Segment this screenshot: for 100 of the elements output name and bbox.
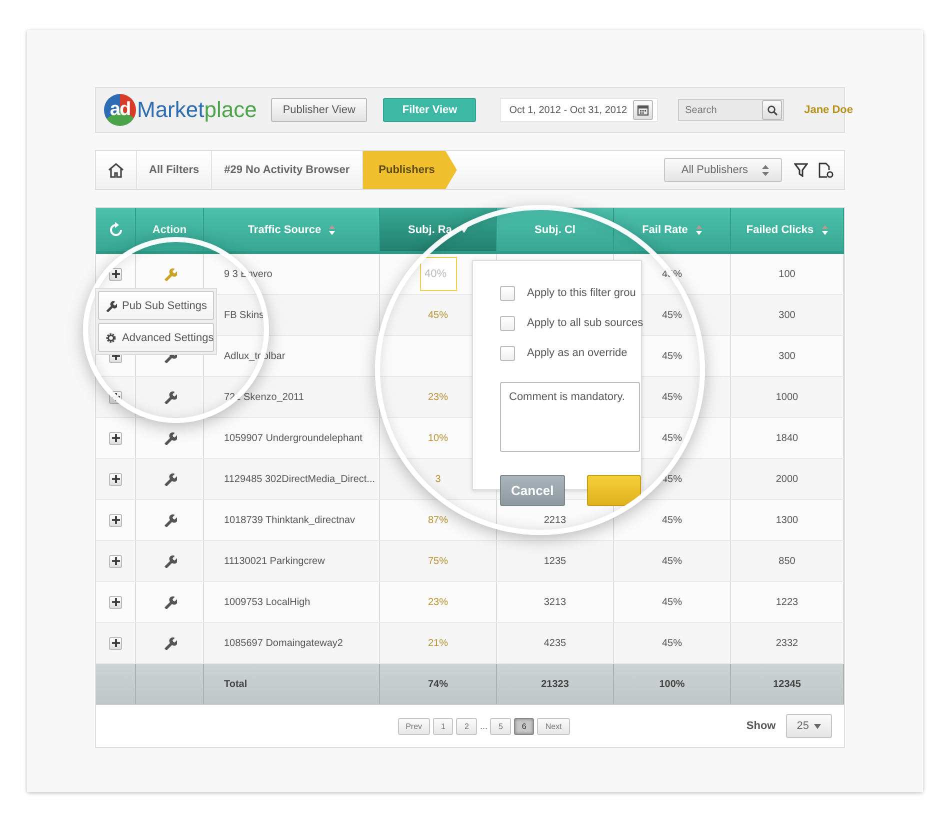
menu-item[interactable]: Pub Sub Settings	[98, 291, 214, 320]
rate-value: 45%	[428, 310, 448, 320]
wrench-icon[interactable]	[162, 636, 176, 650]
rate-value: 75%	[428, 556, 448, 566]
option-label[interactable]: Apply to all sub sources	[527, 317, 644, 329]
publisher-select[interactable]: All Publishers	[664, 158, 782, 182]
failed-clicks-value: 1000	[776, 392, 798, 402]
page-button[interactable]: 2	[456, 718, 477, 734]
fail-rate-value: 45%	[662, 432, 682, 444]
search-icon[interactable]	[762, 100, 782, 120]
page-size-select[interactable]: 25	[786, 714, 832, 738]
calendar-icon[interactable]	[633, 100, 654, 120]
option-label[interactable]: Apply as an override	[527, 347, 628, 359]
fail-rate-value: 45%	[662, 596, 682, 608]
fail-rate-value: 45%	[662, 310, 682, 320]
column-header[interactable]: Failed Clicks	[731, 208, 844, 251]
date-range-field[interactable]: Oct 1, 2012 - Oct 31, 2012	[500, 98, 658, 122]
rate-value: 23%	[428, 596, 448, 608]
traffic-source-text: 9 3 Envero	[224, 268, 272, 280]
user-name[interactable]: Jane Doe	[804, 104, 854, 116]
sort-icon[interactable]	[329, 224, 336, 236]
comment-field[interactable]: Comment is mandatory.	[500, 382, 640, 452]
wrench-icon[interactable]	[162, 472, 176, 486]
rate-value: 21%	[428, 638, 448, 648]
traffic-source-text: 1129485 302DirectMedia_Direct...	[224, 474, 376, 484]
wrench-icon[interactable]	[162, 431, 176, 445]
menu-item[interactable]: Advanced Settings	[98, 323, 214, 352]
wrench-icon[interactable]	[162, 390, 176, 404]
filter-icon[interactable]	[794, 163, 808, 177]
expand-button[interactable]	[109, 472, 122, 486]
expand-button[interactable]	[109, 636, 122, 650]
rate-value: 23%	[428, 392, 448, 402]
traffic-source-text: 11130021 Parkingcrew	[224, 556, 325, 566]
wrench-icon[interactable]	[162, 595, 176, 609]
total-value: 21323	[541, 678, 569, 690]
column-header[interactable]: Subj. Cl	[497, 208, 614, 251]
expand-button[interactable]	[109, 514, 122, 526]
updown-icon	[762, 164, 769, 176]
rate-value: 10%	[428, 432, 448, 444]
page-button[interactable]: 1	[433, 718, 454, 734]
traffic-source-text: 721 Skenzo_2011	[224, 392, 304, 402]
document-gear-icon[interactable]	[818, 162, 834, 178]
expand-button[interactable]	[109, 596, 122, 608]
expand-button[interactable]	[109, 432, 122, 444]
traffic-source-text: FB Skins	[224, 310, 264, 320]
fail-rate-value: 45%	[662, 514, 682, 526]
clicks-value: 2213	[544, 514, 566, 526]
breadcrumb-item[interactable]: Publishers	[362, 151, 457, 189]
prev-button[interactable]: Prev	[398, 718, 430, 734]
fail-rate-value: 45%	[662, 474, 682, 484]
sort-icon[interactable]	[822, 224, 828, 236]
clicks-value: 4235	[544, 638, 566, 648]
confirm-button[interactable]	[586, 475, 641, 506]
cancel-button[interactable]: Cancel	[500, 475, 565, 506]
column-header[interactable]: Subj. Ra	[380, 208, 497, 251]
failed-clicks-value: 1840	[776, 432, 798, 444]
fail-rate-value: 45%	[662, 268, 682, 280]
failed-clicks-value: 2000	[776, 474, 798, 484]
gear-icon	[105, 332, 117, 344]
total-value: 74%	[428, 678, 448, 690]
refresh-icon[interactable]	[108, 222, 124, 238]
expand-button[interactable]	[109, 268, 122, 280]
traffic-source-text: 1085697 Domaingateway2	[224, 638, 343, 648]
failed-clicks-value: 1300	[776, 514, 798, 526]
traffic-source-text: Adlux_toolbar	[224, 350, 286, 362]
caret-icon	[814, 724, 821, 728]
view-button[interactable]: Publisher View	[270, 98, 368, 122]
failed-clicks-value: 850	[778, 556, 796, 566]
column-header[interactable]: Fail Rate	[614, 208, 731, 251]
expand-button[interactable]	[109, 554, 122, 568]
failed-clicks-value: 2332	[776, 638, 798, 648]
wrench-icon	[105, 300, 117, 312]
logo-badge: ad	[104, 94, 136, 126]
failed-clicks-value: 100	[778, 268, 796, 280]
checkbox[interactable]	[500, 316, 515, 330]
logo-text: Marketplace	[137, 97, 257, 123]
page-button[interactable]: 5	[490, 718, 511, 734]
failed-clicks-value: 1223	[776, 596, 798, 608]
fail-rate-value: 45%	[662, 638, 682, 648]
total-value: 12345	[773, 678, 801, 690]
sort-down-icon[interactable]	[460, 226, 468, 232]
option-label[interactable]: Apply to this filter grou	[527, 287, 636, 299]
checkbox[interactable]	[500, 346, 515, 360]
wrench-icon[interactable]	[162, 554, 176, 568]
clicks-value: 1235	[544, 556, 566, 566]
rate-input-field[interactable]: 40%	[420, 257, 456, 291]
checkbox[interactable]	[500, 286, 515, 300]
page-gap: ...	[480, 721, 488, 731]
traffic-source-text: 1018739 Thinktank_directnav	[224, 514, 356, 526]
total-value: 100%	[659, 678, 685, 690]
page-button[interactable]: 6	[514, 718, 534, 734]
breadcrumb-item[interactable]: All Filters	[137, 151, 212, 189]
fail-rate-value: 45%	[662, 556, 682, 566]
rate-value: 3	[435, 474, 441, 484]
total-label: Total	[224, 678, 248, 690]
sort-icon[interactable]	[696, 224, 702, 236]
failed-clicks-value: 300	[778, 310, 796, 320]
next-button[interactable]: Next	[537, 718, 570, 734]
traffic-source-text: 1059907 Undergroundelephant	[224, 432, 362, 444]
wrench-icon[interactable]	[162, 513, 176, 527]
